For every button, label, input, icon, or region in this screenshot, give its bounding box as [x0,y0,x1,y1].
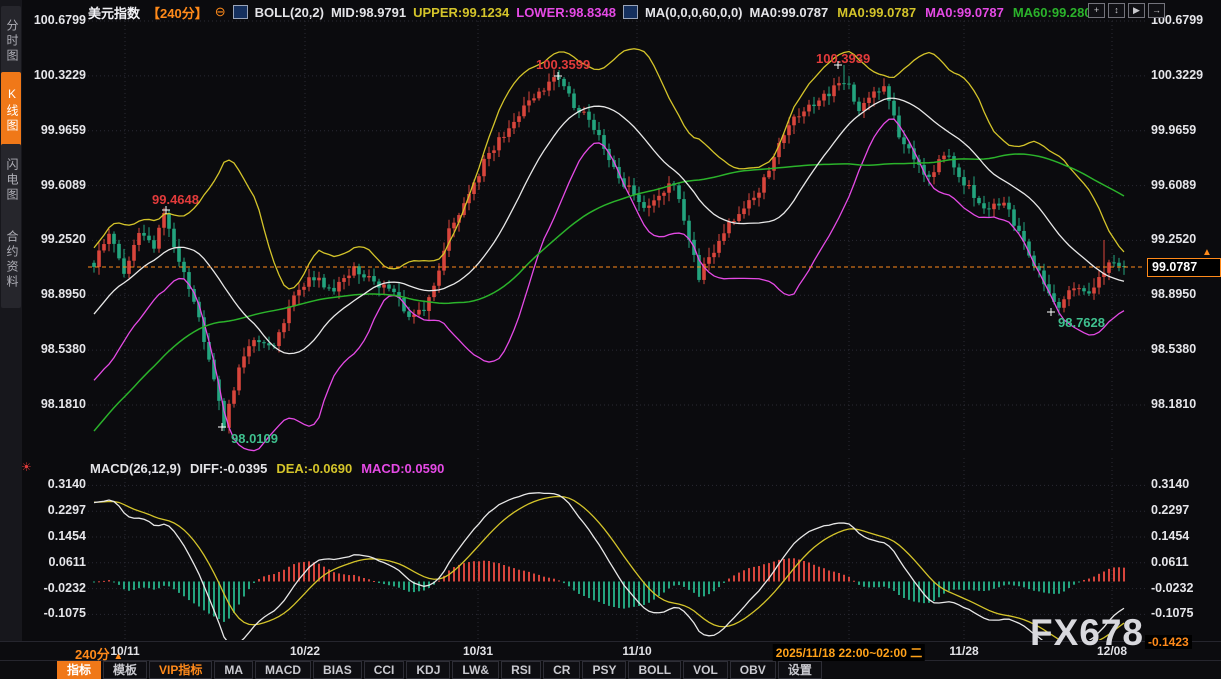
macd-panel[interactable] [93,493,1125,653]
extreme-marker-icon [1047,308,1055,316]
candlestick-chart[interactable] [92,49,1126,451]
boll-mid-value: MID:98.9791 [331,5,406,20]
toolbar-item-5[interactable]: MACD [255,661,311,679]
macd-axis-label-right-2: 0.2297 [1151,503,1189,517]
main-axis-label-left-7: 98.5380 [24,342,86,356]
main-axis-label-left-6: 98.8950 [24,287,86,301]
date-label-1: 10/11 [110,644,139,658]
pan-icon[interactable]: + [1088,3,1105,18]
sidebar-tab-2[interactable]: K线图 [1,72,21,148]
toolbar-item-12[interactable]: PSY [582,661,626,679]
toolbar-item-4[interactable]: MA [214,661,253,679]
main-axis-label-right-2: 100.3229 [1151,68,1203,82]
macd-axis-label-left-4: 0.0611 [24,555,86,569]
macd-macd-value: MACD:0.0590 [361,461,444,476]
macd-axis-label-left-6: -0.1075 [24,606,86,620]
macd-axis-label-left-1: 0.3140 [24,477,86,491]
price-up-arrow-icon: ▲ [1202,247,1212,258]
annotation-low: 98.0109 [231,431,278,446]
sidebar-tab-4[interactable]: 合约资料 [1,212,21,308]
gridlines [88,21,1145,640]
main-axis-label-right-8: 98.1810 [1151,397,1196,411]
boll-upper-value: UPPER:99.1234 [413,5,509,20]
main-axis-label-right-3: 99.9659 [1151,123,1196,137]
macd-axis-label-right-5: -0.0232 [1151,581,1193,595]
toolbar-item-8[interactable]: KDJ [406,661,450,679]
watermark: FX678 [1030,612,1144,654]
main-axis-label-left-1: 100.6799 [24,13,86,27]
main-axis-label-right-5: 99.2520 [1151,232,1196,246]
period-text: 240分 [75,647,110,662]
main-axis-label-left-2: 100.3229 [24,68,86,82]
current-price-tag: 99.0787 [1147,258,1221,277]
annotation-high: 100.3939 [816,51,870,66]
ma-value-2: MA0:99.0787 [837,5,916,20]
main-axis-label-left-5: 99.2520 [24,232,86,246]
period-label: 【240分】 [147,3,208,22]
ma-value-4: MA60:99.2804 [1013,5,1099,20]
toolbar-item-7[interactable]: CCI [364,661,405,679]
left-sidebar: 分时图K线图闪电图合约资料 [0,0,22,641]
toolbar-item-2[interactable]: 模板 [103,661,147,679]
macd-name: MACD(26,12,9) [90,461,181,476]
ma-indicator-icon[interactable] [623,5,638,19]
ma-value-3: MA0:99.0787 [925,5,1004,20]
main-axis-label-left-4: 99.6089 [24,178,86,192]
macd-axis-label-right-4: 0.0611 [1151,555,1189,569]
date-label-3: 10/31 [463,644,493,658]
playback-icon[interactable]: ▶ [1128,3,1145,18]
boll-name: BOLL(20,2) [255,5,324,20]
toolbar-item-1[interactable]: 指标 [57,661,101,679]
macd-axis-label-left-3: 0.1454 [24,529,86,543]
main-axis-label-right-4: 99.6089 [1151,178,1196,192]
collapse-symbol-icon[interactable]: ⊖ [215,4,226,20]
toolbar-item-9[interactable]: LW& [452,661,499,679]
date-label-4: 11/10 [622,644,651,658]
annotation-low: 98.7628 [1058,315,1105,330]
macd-collapse-icon[interactable]: ☀ [21,460,32,474]
sidebar-tab-1[interactable]: 分时图 [1,6,21,76]
app-window: 99.4648 100.3599 100.3939 98.0109 98.7628 分时… [0,0,1221,679]
ma-values: MA0:99.0787 MA0:99.0787 MA0:99.0787 MA60:99… [750,5,1099,20]
date-label-6: 11/28 [949,644,978,658]
toolbar-item-14[interactable]: VOL [683,661,728,679]
macd-axis-label-right-1: 0.3140 [1151,477,1189,491]
macd-header: MACD(26,12,9) DIFF:-0.0395 DEA:-0.0690 M… [90,461,444,476]
boll-lower-value: LOWER:98.8348 [516,5,616,20]
main-axis-label-right-6: 98.8950 [1151,287,1196,301]
date-label-2: 10/22 [290,644,320,658]
chart-tool-buttons: +↕▶→ [1088,3,1165,18]
symbol-name: 美元指数 [88,3,140,22]
dock-right-icon[interactable]: → [1148,3,1165,18]
toolbar-item-15[interactable]: OBV [730,661,776,679]
crosshair-date-label: 2025/11/18 22:00~02:00 二 [773,644,925,661]
annotation-high: 99.4648 [152,192,199,207]
main-axis-label-left-3: 99.9659 [24,123,86,137]
indicator-toolbar: 指标模板VIP指标MAMACDBIASCCIKDJLW&RSICRPSYBOLL… [0,660,1221,679]
boll-indicator-icon[interactable] [233,5,248,19]
macd-axis-label-right-3: 0.1454 [1151,529,1189,543]
main-axis-label-right-7: 98.5380 [1151,342,1196,356]
annotation-high: 100.3599 [536,57,590,72]
indicator-header: 美元指数 【240分】 ⊖ BOLL(20,2) MID:98.9791 UPP… [88,2,1099,22]
auto-scale-icon[interactable]: ↕ [1108,3,1125,18]
ma-value-1: MA0:99.0787 [750,5,829,20]
sidebar-tab-3[interactable]: 闪电图 [1,144,21,216]
macd-axis-label-right-6: -0.1075 [1151,606,1193,620]
macd-dea-value: DEA:-0.0690 [276,461,352,476]
toolbar-item-13[interactable]: BOLL [628,661,681,679]
macd-axis-label-left-2: 0.2297 [24,503,86,517]
toolbar-item-16[interactable]: 设置 [778,661,822,679]
chart-canvas[interactable]: 99.4648 100.3599 100.3939 98.0109 98.7628 [0,0,1221,679]
macd-axis-label-left-5: -0.0232 [24,581,86,595]
macd-diff-value: DIFF:-0.0395 [190,461,267,476]
toolbar-item-3[interactable]: VIP指标 [149,661,212,679]
price-annotations: 99.4648 100.3599 100.3939 98.0109 98.7628 [152,51,1105,446]
main-axis-label-left-8: 98.1810 [24,397,86,411]
toolbar-item-10[interactable]: RSI [501,661,541,679]
ma-name: MA(0,0,0,60,0,0) [645,5,743,20]
toolbar-item-6[interactable]: BIAS [313,661,362,679]
toolbar-item-11[interactable]: CR [543,661,580,679]
macd-current-tag: -0.1423 [1145,635,1192,649]
